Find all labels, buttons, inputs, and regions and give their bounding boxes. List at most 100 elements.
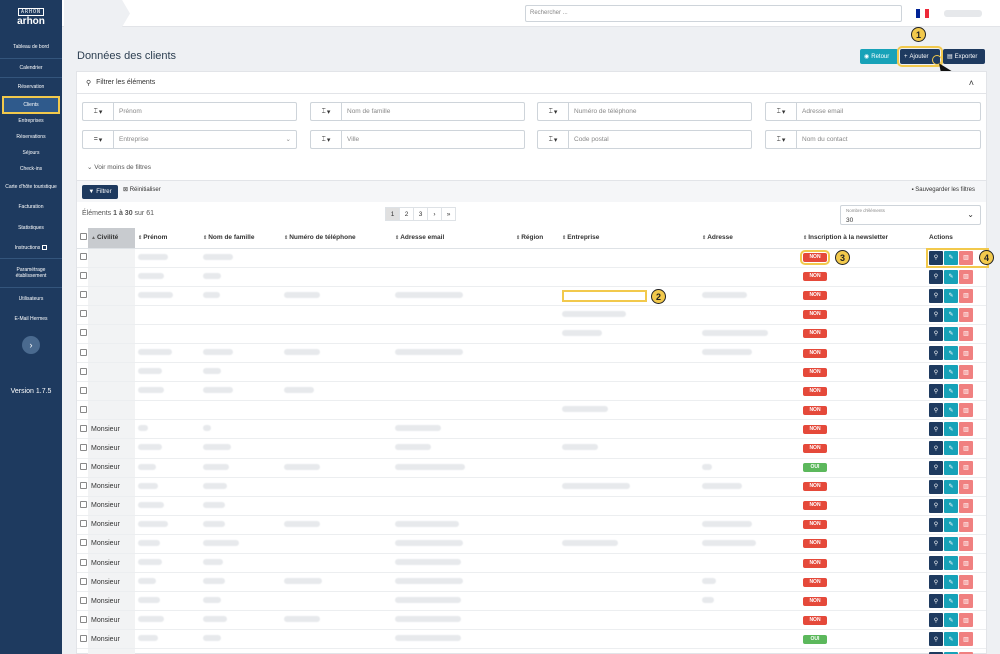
edit-icon[interactable]: ✎ bbox=[944, 403, 958, 418]
row-checkbox[interactable] bbox=[80, 463, 87, 471]
view-icon[interactable]: ⚲ bbox=[929, 594, 943, 609]
row-checkbox[interactable] bbox=[80, 577, 87, 585]
sidebar-item-billing[interactable]: Facturation bbox=[0, 196, 62, 218]
row-checkbox[interactable] bbox=[80, 386, 87, 394]
edit-icon[interactable]: ✎ bbox=[944, 613, 958, 628]
trash-icon[interactable]: ▥ bbox=[959, 498, 973, 513]
less-filters-link[interactable]: ⌄ Voir moins de filtres bbox=[87, 163, 151, 171]
view-icon[interactable]: ⚲ bbox=[929, 365, 943, 380]
table-row[interactable]: NON ⚲ ✎ ▥ bbox=[77, 362, 986, 383]
view-icon[interactable]: ⚲ bbox=[929, 479, 943, 494]
col-email[interactable]: ⇕Adresse email bbox=[392, 228, 513, 249]
table-row[interactable]: Monsieur NON ⚲ ✎ ▥ bbox=[77, 610, 986, 631]
trash-icon[interactable]: ▥ bbox=[959, 269, 973, 284]
filter-operator-select[interactable]: = ▾ bbox=[82, 130, 113, 149]
edit-icon[interactable]: ✎ bbox=[944, 594, 958, 609]
phone-input[interactable]: Numéro de téléphone bbox=[568, 102, 752, 121]
sidebar-item-reservations[interactable]: Réservations bbox=[0, 128, 62, 146]
city-input[interactable]: Ville bbox=[341, 130, 525, 149]
page-3[interactable]: 3 bbox=[413, 207, 428, 221]
row-checkbox[interactable] bbox=[80, 615, 87, 623]
select-all-checkbox[interactable] bbox=[80, 233, 87, 241]
row-checkbox[interactable] bbox=[80, 348, 87, 356]
trash-icon[interactable]: ▥ bbox=[959, 384, 973, 399]
edit-icon[interactable]: ✎ bbox=[944, 441, 958, 456]
edit-icon[interactable]: ✎ bbox=[944, 365, 958, 380]
edit-icon[interactable]: ✎ bbox=[944, 326, 958, 341]
table-row[interactable]: NON ⚲ ✎ ▥ bbox=[77, 400, 986, 421]
save-filters-button[interactable]: ▪ Sauvegarder les filtres bbox=[911, 187, 975, 193]
trash-icon[interactable]: ▥ bbox=[959, 594, 973, 609]
sidebar-collapse-button[interactable]: › bbox=[22, 336, 40, 354]
edit-icon[interactable]: ✎ bbox=[944, 556, 958, 571]
row-checkbox[interactable] bbox=[80, 634, 87, 642]
trash-icon[interactable]: ▥ bbox=[959, 479, 973, 494]
edit-icon[interactable]: ✎ bbox=[944, 479, 958, 494]
trash-icon[interactable]: ▥ bbox=[959, 422, 973, 437]
apply-filter-button[interactable]: ▼ Filtrer bbox=[82, 185, 118, 199]
sidebar-item-tourist-card[interactable]: Carte d'hôte touristique bbox=[0, 178, 62, 196]
trash-icon[interactable]: ▥ bbox=[959, 517, 973, 532]
trash-icon[interactable]: ▥ bbox=[959, 307, 973, 322]
sidebar-item-email[interactable]: E-Mail Hermes bbox=[0, 310, 62, 328]
postcode-input[interactable]: Code postal bbox=[568, 130, 752, 149]
sidebar-item-companies[interactable]: Entreprises bbox=[0, 114, 62, 128]
trash-icon[interactable]: ▥ bbox=[959, 632, 973, 647]
table-row[interactable]: Monsieur OUI ⚲ ✎ ▥ bbox=[77, 629, 986, 650]
row-checkbox[interactable] bbox=[80, 405, 87, 413]
table-row[interactable]: Monsieur NON ⚲ ✎ ▥ bbox=[77, 496, 986, 516]
view-icon[interactable]: ⚲ bbox=[929, 422, 943, 437]
next-page-icon[interactable]: › bbox=[427, 207, 442, 221]
edit-icon[interactable]: ✎ bbox=[944, 307, 958, 322]
col-civility[interactable]: ▲Civilité bbox=[88, 228, 135, 249]
trash-icon[interactable]: ▥ bbox=[959, 613, 973, 628]
export-button[interactable]: ▤ Exporter bbox=[943, 49, 985, 64]
view-icon[interactable]: ⚲ bbox=[929, 556, 943, 571]
trash-icon[interactable]: ▥ bbox=[959, 575, 973, 590]
table-row[interactable]: NON ⚲ ✎ ▥ bbox=[77, 267, 986, 287]
trash-icon[interactable]: ▥ bbox=[959, 556, 973, 571]
view-icon[interactable]: ⚲ bbox=[929, 460, 943, 475]
sidebar-item-reservation-group[interactable]: Réservation bbox=[0, 77, 62, 96]
sidebar-item-users[interactable]: Utilisateurs bbox=[0, 287, 62, 310]
edit-icon[interactable]: ✎ bbox=[944, 384, 958, 399]
row-checkbox[interactable] bbox=[80, 596, 87, 604]
filter-operator-select[interactable]: ⌶ ▾ bbox=[765, 102, 796, 121]
col-address[interactable]: ⇕Adresse bbox=[699, 228, 800, 249]
sidebar-item-statistics[interactable]: Statistiques bbox=[0, 218, 62, 238]
table-row[interactable]: NON ⚲ ✎ ▥ bbox=[77, 286, 986, 306]
view-icon[interactable]: ⚲ bbox=[929, 613, 943, 628]
edit-icon[interactable]: ✎ bbox=[944, 422, 958, 437]
view-icon[interactable]: ⚲ bbox=[929, 288, 943, 303]
row-checkbox[interactable] bbox=[80, 367, 87, 375]
row-checkbox[interactable] bbox=[80, 272, 87, 280]
row-checkbox[interactable] bbox=[80, 253, 87, 261]
filter-operator-select[interactable]: ⌶ ▾ bbox=[537, 102, 568, 121]
table-row[interactable]: Monsieur NON ⚲ ✎ ▥ bbox=[77, 648, 986, 654]
contact-input[interactable]: Nom du contact bbox=[796, 130, 981, 149]
firstname-input[interactable]: Prénom bbox=[113, 102, 297, 121]
email-input[interactable]: Adresse email bbox=[796, 102, 981, 121]
col-phone[interactable]: ⇕Numéro de téléphone bbox=[281, 228, 392, 249]
trash-icon[interactable]: ▥ bbox=[959, 250, 973, 265]
row-checkbox[interactable] bbox=[80, 424, 87, 432]
filter-operator-select[interactable]: ⌶ ▾ bbox=[82, 102, 113, 121]
sidebar-item-dashboard[interactable]: Tableau de bord bbox=[0, 38, 62, 56]
sidebar-item-instructions[interactable]: Instructions bbox=[0, 238, 62, 258]
view-icon[interactable]: ⚲ bbox=[929, 517, 943, 532]
lastname-input[interactable]: Nom de famille bbox=[341, 102, 525, 121]
trash-icon[interactable]: ▥ bbox=[959, 460, 973, 475]
col-newsletter[interactable]: ⇕Inscription à la newsletter bbox=[800, 228, 926, 249]
filter-operator-select[interactable]: ⌶ ▾ bbox=[765, 130, 796, 149]
trash-icon[interactable]: ▥ bbox=[959, 346, 973, 361]
table-row[interactable]: Monsieur NON ⚲ ✎ ▥ bbox=[77, 419, 986, 440]
row-checkbox[interactable] bbox=[80, 539, 87, 547]
trash-icon[interactable]: ▥ bbox=[959, 536, 973, 551]
user-menu[interactable] bbox=[944, 10, 982, 17]
trash-icon[interactable]: ▥ bbox=[959, 365, 973, 380]
edit-icon[interactable]: ✎ bbox=[944, 460, 958, 475]
chevron-up-icon[interactable]: ˄ bbox=[969, 78, 974, 88]
view-icon[interactable]: ⚲ bbox=[929, 575, 943, 590]
trash-icon[interactable]: ▥ bbox=[959, 288, 973, 303]
filter-operator-select[interactable]: ⌶ ▾ bbox=[310, 102, 341, 121]
